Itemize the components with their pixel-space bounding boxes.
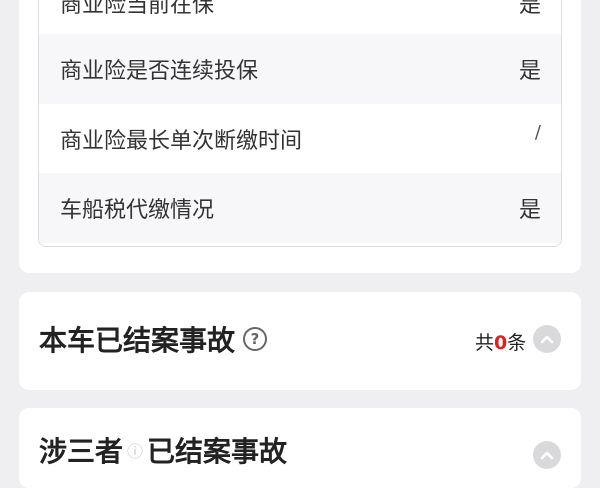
detail-label: 商业险最长单次断缴时间 — [60, 129, 303, 154]
accident-count-prefix: 共 — [475, 332, 495, 354]
detail-row-vehicle-tax: 车船税代缴情况 是 — [39, 173, 561, 243]
own-accidents-title-text: 本车已结案事故 — [39, 324, 236, 357]
detail-label: 商业险是否连续投保 — [60, 59, 259, 84]
third-party-title-right: 已结案事故 — [147, 435, 288, 468]
third-party-title-left: 涉三者 — [39, 435, 124, 468]
detail-value: 是 — [518, 0, 541, 18]
detail-row-longest-gap: 商业险最长单次断缴时间 / — [39, 104, 561, 174]
accident-count: 共0条 — [475, 328, 526, 355]
third-party-title: 涉三者 ⓘ 已结案事故 — [39, 430, 287, 470]
detail-value: 是 — [518, 198, 541, 223]
chevron-up-icon[interactable] — [533, 325, 561, 353]
detail-row-continuous: 商业险是否连续投保 是 — [39, 34, 561, 104]
detail-value: 是 — [518, 59, 541, 84]
own-accidents-title: 本车已结案事故 ? — [39, 319, 268, 359]
question-circle-icon[interactable]: ? — [243, 327, 268, 351]
third-party-accidents-card: 涉三者 ⓘ 已结案事故 — [19, 408, 581, 488]
detail-row-current-insured: 商业险当前在保 是 — [39, 0, 561, 38]
accident-count-suffix: 条 — [507, 332, 527, 354]
detail-label: 车船税代缴情况 — [60, 198, 215, 223]
own-accidents-card: 本车已结案事故 ? 共0条 — [19, 292, 581, 390]
detail-value: / — [534, 122, 541, 143]
insurance-details-table: 商业险当前在保 是 商业险是否连续投保 是 商业险最长单次断缴时间 / 车船税代… — [38, 0, 562, 247]
chevron-up-icon[interactable] — [533, 441, 561, 469]
detail-label: 商业险当前在保 — [60, 0, 215, 18]
insurance-details-card: 商业险当前在保 是 商业险是否连续投保 是 商业险最长单次断缴时间 / 车船税代… — [19, 0, 581, 273]
accident-count-number: 0 — [494, 332, 508, 354]
info-icon: ⓘ — [127, 442, 144, 461]
